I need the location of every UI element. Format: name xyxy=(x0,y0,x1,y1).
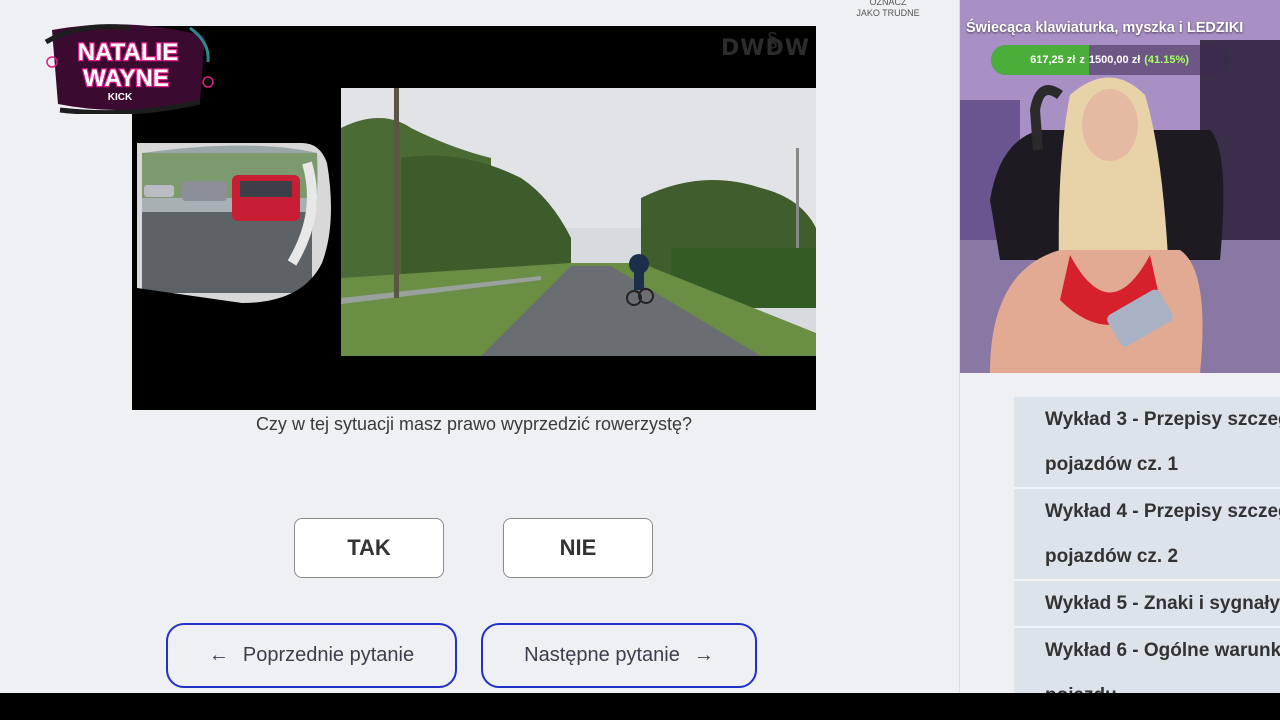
lesson-item[interactable]: Wykład 5 - Znaki i sygnały xyxy=(1014,581,1280,628)
lessons-panel: Wykład 3 - Przepisy szczegółowe pojazdów… xyxy=(960,373,1280,693)
lesson-item[interactable]: Wykład 4 - Przepisy szczegółowe pojazdów… xyxy=(1014,489,1280,581)
lesson-title: Wykład 3 - Przepisy szczegółowe xyxy=(1045,409,1280,430)
lesson-subtitle: pojazdów cz. 1 xyxy=(1045,454,1179,475)
lesson-title: Wykład 6 - Ogólne warunki xyxy=(1045,640,1280,661)
mark-hard-line2: JAKO TRUDNE xyxy=(856,8,920,18)
logo-line1: NATALIE xyxy=(78,39,178,66)
lesson-item[interactable]: Wykład 3 - Przepisy szczegółowe pojazdów… xyxy=(1014,397,1280,489)
previous-question-button[interactable]: ← Poprzednie pytanie xyxy=(166,623,457,688)
next-question-label: Następne pytanie xyxy=(524,644,680,666)
arrow-left-icon: ← xyxy=(208,644,229,666)
lesson-list: Wykład 3 - Przepisy szczegółowe pojazdów… xyxy=(1014,397,1280,693)
goal-current: 617,25 zł xyxy=(1030,54,1076,66)
donation-goal-text: 617,25 zł z 1500,00 zł (41.15%) xyxy=(991,45,1228,75)
goal-target: 1500,00 zł xyxy=(1088,54,1141,66)
goal-separator: z xyxy=(1079,54,1085,66)
road-view xyxy=(341,88,816,356)
bottom-letterbox xyxy=(0,693,1280,720)
donation-goal-bar: 617,25 zł z 1500,00 zł (41.15%) xyxy=(991,45,1228,75)
mark-as-hard-link[interactable]: OZNACZ JAKO TRUDNE xyxy=(840,0,936,19)
lesson-item[interactable]: Wykład 6 - Ogólne warunki pojazdu xyxy=(1014,628,1280,693)
webcam-overlay: Świecąca klawiaturka, myszka i LEDZIKI 6… xyxy=(960,0,1280,373)
goal-percent: (41.15%) xyxy=(1144,54,1189,66)
donation-goal-title: Świecąca klawiaturka, myszka i LEDZIKI xyxy=(966,20,1244,36)
logo-line2: WAYNE xyxy=(83,65,169,92)
arrow-right-icon: → xyxy=(693,644,714,666)
lesson-subtitle: pojazdów cz. 2 xyxy=(1045,546,1179,567)
lesson-subtitle: pojazdu xyxy=(1045,673,1280,693)
lesson-title: Wykład 4 - Przepisy szczegółowe xyxy=(1045,501,1280,522)
answer-no-button[interactable]: NIE xyxy=(503,518,653,578)
answer-yes-button[interactable]: TAK xyxy=(294,518,444,578)
side-mirror-view xyxy=(132,143,342,308)
video-watermark: DWDW xyxy=(720,36,810,61)
question-video[interactable]: § DWDW xyxy=(132,26,816,410)
previous-question-label: Poprzednie pytanie xyxy=(242,644,415,666)
next-question-button[interactable]: Następne pytanie → xyxy=(481,623,757,688)
streamer-logo: NATALIE WAYNE KICK xyxy=(40,22,215,116)
mark-hard-line1: OZNACZ xyxy=(869,0,907,7)
logo-line3: KICK xyxy=(108,92,133,103)
question-text: Czy w tej sytuacji masz prawo wyprzedzić… xyxy=(255,414,693,434)
lesson-title: Wykład 5 - Znaki i sygnały xyxy=(1045,593,1280,614)
